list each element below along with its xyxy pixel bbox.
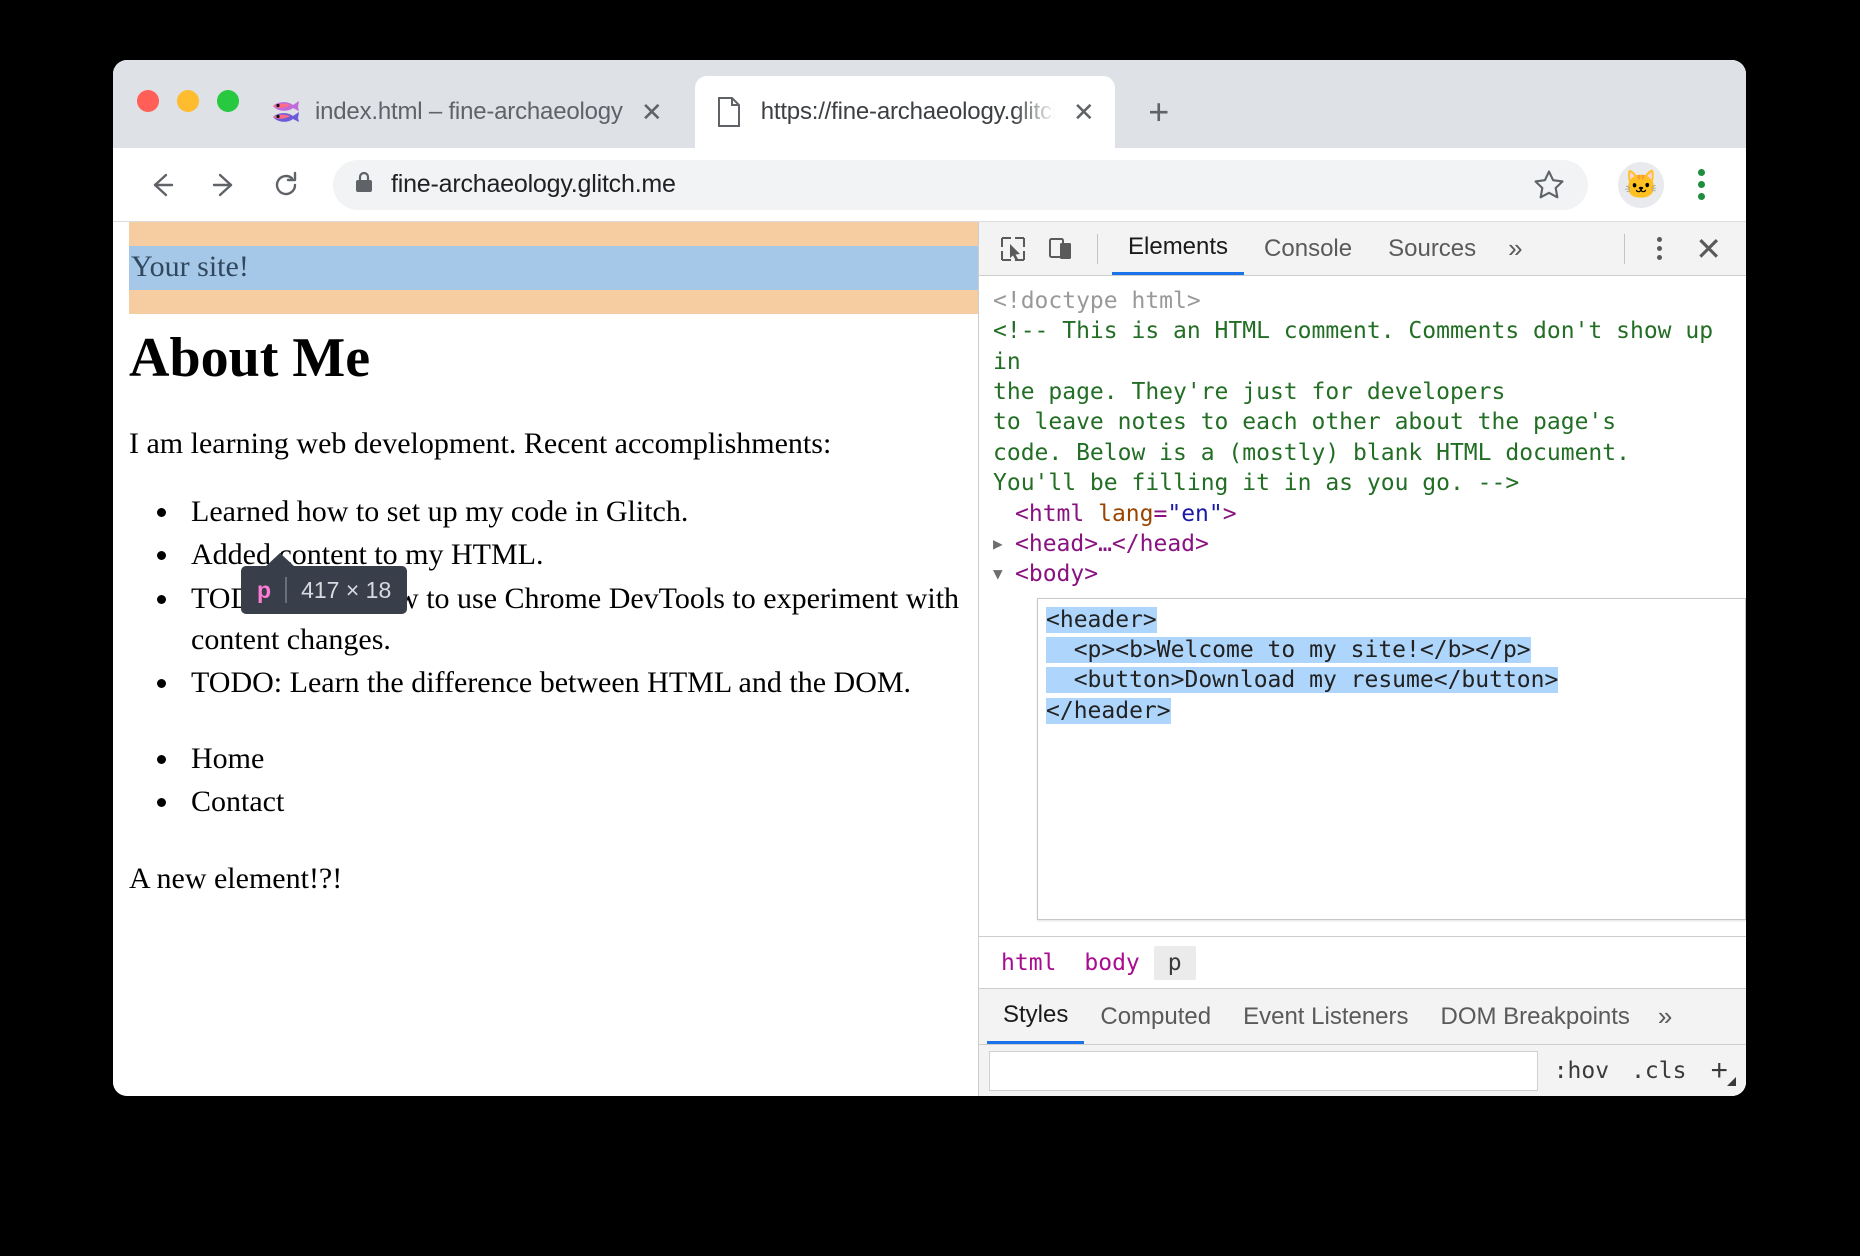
styles-filter-row: :hov .cls + bbox=[979, 1044, 1746, 1096]
browser-tab-index-html[interactable]: index.html – fine-archaeology ✕ bbox=[249, 76, 683, 148]
tooltip-dimensions: 417 × 18 bbox=[301, 576, 392, 603]
tab-computed[interactable]: Computed bbox=[1084, 989, 1227, 1044]
devtools-sidebar-tabs: Styles Computed Event Listeners DOM Brea… bbox=[979, 988, 1746, 1044]
address-bar[interactable]: fine-archaeology.glitch.me bbox=[333, 159, 1588, 210]
close-devtools-button[interactable]: ✕ bbox=[1683, 230, 1734, 268]
tab-title: https://fine-archaeology.glitch. bbox=[760, 98, 1055, 125]
tab-styles[interactable]: Styles bbox=[987, 989, 1085, 1044]
edit-line-text: <header> bbox=[1046, 606, 1157, 633]
more-sidebar-tabs-button[interactable]: » bbox=[1646, 1001, 1684, 1032]
collapse-body-icon[interactable]: ▼ bbox=[993, 559, 1015, 589]
browser-toolbar: fine-archaeology.glitch.me 🐱 bbox=[113, 148, 1746, 222]
edit-line: <button>Download my resume</button> bbox=[1046, 665, 1737, 695]
dom-comment-line: You'll be filling it in as you go. --> bbox=[993, 470, 1520, 497]
highlight-margin-bottom bbox=[129, 290, 978, 314]
edit-line: </header> bbox=[1046, 696, 1737, 726]
nav-links-list: Home Contact bbox=[181, 738, 978, 823]
dom-body-label: <body> bbox=[1015, 561, 1099, 588]
tab-sources[interactable]: Sources bbox=[1372, 222, 1492, 275]
list-item[interactable]: Home bbox=[181, 738, 978, 779]
breadcrumb: html body p bbox=[979, 936, 1746, 988]
tooltip-tag-name: p bbox=[257, 576, 272, 603]
edit-line-text: </header> bbox=[1046, 697, 1171, 724]
more-tabs-button[interactable]: » bbox=[1496, 233, 1534, 264]
dom-comment-line: to leave notes to each other about the p… bbox=[993, 409, 1617, 436]
avatar[interactable]: 🐱 bbox=[1618, 161, 1664, 208]
edit-line: <header> bbox=[1046, 605, 1737, 635]
tab-console[interactable]: Console bbox=[1248, 222, 1368, 275]
inspect-tooltip-badge: p 417 × 18 bbox=[241, 553, 408, 614]
edit-line: <p><b>Welcome to my site!</b></p> bbox=[1046, 635, 1737, 665]
back-button[interactable] bbox=[135, 158, 189, 212]
new-tab-button[interactable]: + bbox=[1133, 86, 1185, 138]
viewport-split: Your site! About Me I am learning web de… bbox=[113, 222, 1746, 1096]
list-item: Learned how to set up my code in Glitch. bbox=[181, 491, 978, 532]
breadcrumb-item-p[interactable]: p bbox=[1153, 945, 1196, 980]
tab-strip: index.html – fine-archaeology ✕ https://… bbox=[113, 60, 1746, 148]
fish-icon bbox=[271, 99, 301, 125]
dom-head-label: <head>…</head> bbox=[1015, 530, 1209, 557]
browser-menu-button[interactable] bbox=[1678, 162, 1724, 208]
highlighted-text: Your site! bbox=[131, 250, 249, 283]
device-toggle-icon[interactable] bbox=[1039, 227, 1083, 271]
toolbar-divider bbox=[1097, 233, 1098, 264]
tooltip-separator bbox=[285, 577, 288, 603]
tab-title: index.html – fine-archaeology bbox=[315, 98, 623, 125]
new-style-rule-button[interactable]: + bbox=[1702, 1054, 1736, 1088]
reload-button[interactable] bbox=[259, 158, 313, 212]
breadcrumb-item-body[interactable]: body bbox=[1070, 946, 1153, 980]
dom-attr-name: lang bbox=[1098, 500, 1154, 527]
dom-comment-line: code. Below is a (mostly) blank HTML doc… bbox=[993, 439, 1630, 466]
forward-button[interactable] bbox=[197, 158, 251, 212]
edit-line-text: <p><b>Welcome to my site!</b></p> bbox=[1046, 637, 1531, 664]
tab-dom-breakpoints[interactable]: DOM Breakpoints bbox=[1425, 989, 1646, 1044]
close-tab-button[interactable]: ✕ bbox=[1069, 97, 1099, 127]
highlight-margin-top bbox=[129, 222, 978, 246]
devtools-menu-button[interactable] bbox=[1639, 229, 1679, 269]
dom-edit-textarea[interactable]: <header> <p><b>Welcome to my site!</b></… bbox=[1037, 597, 1746, 920]
toolbar-divider-right bbox=[1624, 233, 1626, 264]
bookmark-star-icon[interactable] bbox=[1530, 166, 1568, 204]
list-item[interactable]: Contact bbox=[181, 781, 978, 822]
page-intro: I am learning web development. Recent ac… bbox=[129, 427, 832, 461]
dom-node-html[interactable]: <html lang="en"> bbox=[993, 499, 1746, 529]
dom-doctype: <!doctype html> bbox=[993, 288, 1201, 314]
lock-icon bbox=[353, 170, 375, 199]
page-title: About Me bbox=[129, 327, 371, 389]
cursor-select-icon[interactable] bbox=[991, 227, 1035, 271]
list-item: TODO: Learn the difference between HTML … bbox=[181, 662, 978, 703]
filter-input[interactable] bbox=[989, 1050, 1538, 1091]
close-tab-button[interactable]: ✕ bbox=[637, 97, 667, 127]
traffic-lights bbox=[137, 90, 239, 112]
page-footer-text: A new element!?! bbox=[129, 861, 343, 895]
tooltip-arrow bbox=[265, 553, 295, 567]
devtools-panel: Elements Console Sources » ✕ <!doctype h… bbox=[978, 222, 1746, 1096]
hov-toggle-button[interactable]: :hov bbox=[1548, 1058, 1615, 1084]
minimize-window-button[interactable] bbox=[177, 90, 199, 112]
edit-line-text: <button>Download my resume</button> bbox=[1046, 667, 1559, 694]
breadcrumb-item-html[interactable]: html bbox=[987, 946, 1070, 980]
close-window-button[interactable] bbox=[137, 90, 159, 112]
tab-event-listeners[interactable]: Event Listeners bbox=[1227, 989, 1424, 1044]
dom-tree[interactable]: <!doctype html> <!-- This is an HTML com… bbox=[979, 276, 1746, 936]
maximize-window-button[interactable] bbox=[217, 90, 239, 112]
expand-head-icon[interactable]: ▶ bbox=[993, 529, 1015, 559]
dom-comment-line: <!-- This is an HTML comment. Comments d… bbox=[993, 318, 1714, 375]
tab-elements[interactable]: Elements bbox=[1112, 222, 1245, 275]
document-icon bbox=[717, 97, 747, 127]
url-text: fine-archaeology.glitch.me bbox=[391, 170, 676, 198]
dom-attr-value: "en" bbox=[1167, 500, 1223, 527]
browser-tab-fine-archaeology[interactable]: https://fine-archaeology.glitch. ✕ bbox=[694, 76, 1115, 148]
dom-comment-line: the page. They're just for developers bbox=[993, 379, 1506, 406]
cls-toggle-button[interactable]: .cls bbox=[1625, 1058, 1692, 1084]
dom-tag-name: html bbox=[1028, 500, 1085, 527]
highlighted-element: Your site! bbox=[129, 246, 978, 290]
dom-node-head[interactable]: ▶ <head>…</head> bbox=[993, 529, 1746, 559]
rendered-page: Your site! About Me I am learning web de… bbox=[113, 222, 978, 1096]
browser-window: index.html – fine-archaeology ✕ https://… bbox=[113, 60, 1746, 1096]
dom-node-body[interactable]: ▼ <body> bbox=[993, 559, 1746, 589]
devtools-toolbar: Elements Console Sources » ✕ bbox=[979, 222, 1746, 276]
